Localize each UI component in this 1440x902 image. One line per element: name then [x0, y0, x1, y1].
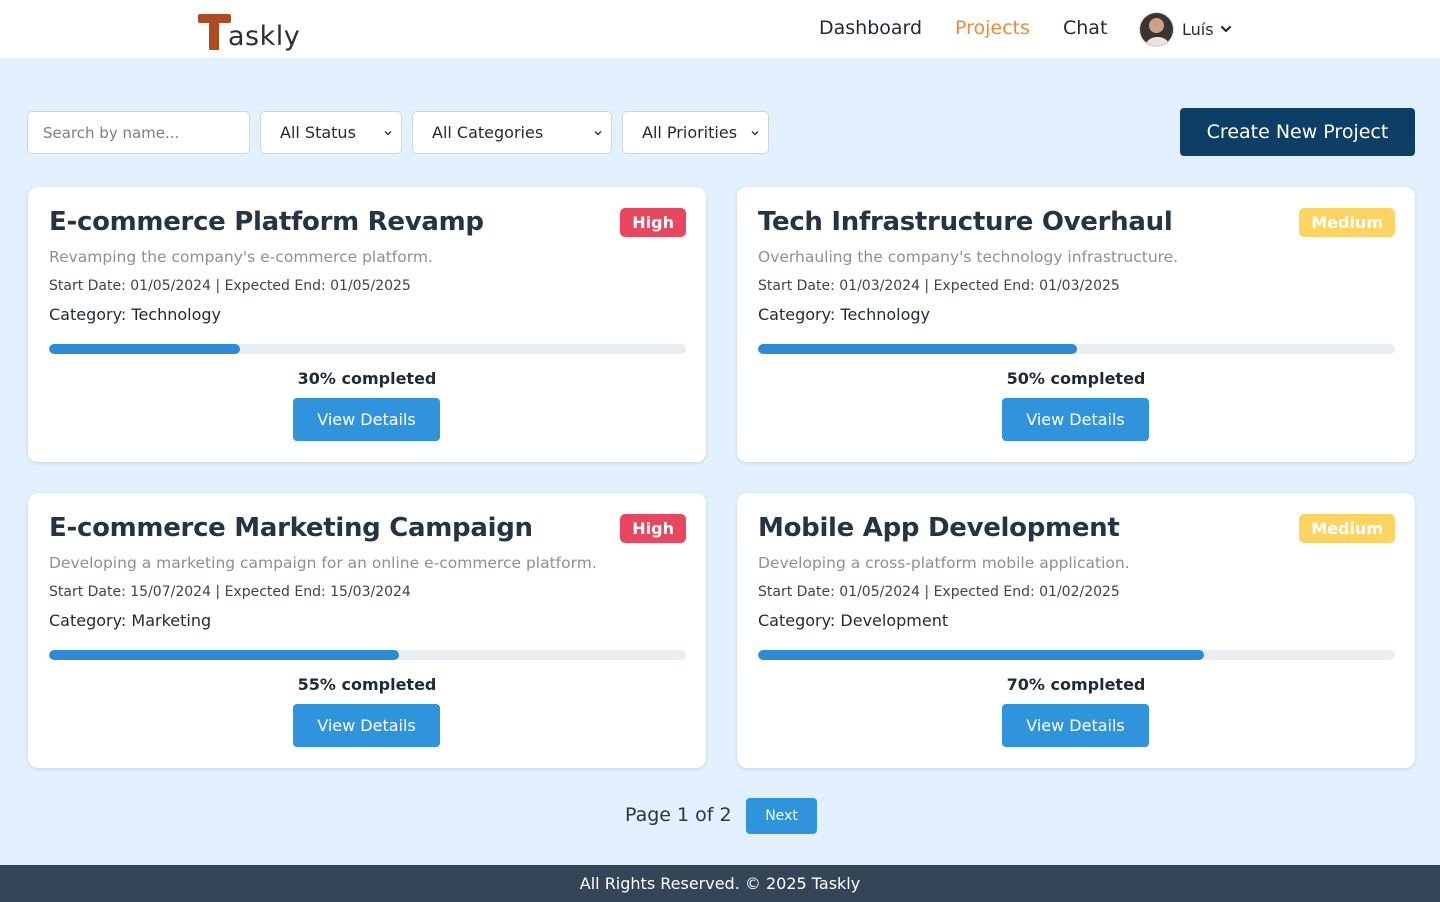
- project-description: Overhauling the company's technology inf…: [758, 248, 1179, 266]
- project-title: E-commerce Marketing Campaign: [49, 513, 533, 543]
- user-name: Luís: [1182, 19, 1214, 39]
- progress-label: 50% completed: [1006, 369, 1146, 388]
- project-dates: Start Date: 01/05/2024 | Expected End: 0…: [49, 278, 411, 294]
- footer-text: All Rights Reserved. © 2025 Taskly: [579, 874, 861, 893]
- logo-text: askly: [228, 21, 301, 52]
- project-card: E-commerce Marketing Campaign High Devel…: [28, 493, 706, 768]
- chevron-down-icon: [751, 131, 759, 136]
- project-dates: Start Date: 01/05/2024 | Expected End: 0…: [758, 584, 1120, 600]
- logo-t-icon: [198, 12, 231, 52]
- priority-select-value: All Priorities: [642, 123, 738, 142]
- taskly-logo[interactable]: askly: [198, 8, 300, 52]
- progress-label: 70% completed: [1006, 675, 1146, 694]
- search-input[interactable]: [27, 111, 250, 154]
- progress-bar: [49, 650, 686, 660]
- project-dates: Start Date: 01/03/2024 | Expected End: 0…: [758, 278, 1120, 294]
- footer: All Rights Reserved. © 2025 Taskly: [0, 865, 1440, 902]
- progress-bar: [49, 344, 686, 354]
- project-card: Mobile App Development Medium Developing…: [737, 493, 1415, 768]
- chevron-down-icon: [384, 131, 392, 136]
- status-select[interactable]: All Status: [260, 111, 402, 154]
- project-category: Category: Marketing: [49, 611, 212, 630]
- page-indicator: Page 1 of 2: [625, 804, 732, 826]
- project-title: E-commerce Platform Revamp: [49, 207, 484, 237]
- project-description: Developing a marketing campaign for an o…: [49, 554, 597, 572]
- progress-bar: [758, 344, 1395, 354]
- project-description: Revamping the company's e-commerce platf…: [49, 248, 433, 266]
- chevron-down-icon: [1220, 25, 1231, 33]
- create-project-button[interactable]: Create New Project: [1180, 108, 1415, 156]
- progress-label: 30% completed: [297, 369, 437, 388]
- next-page-button[interactable]: Next: [746, 798, 817, 834]
- project-description: Developing a cross-platform mobile appli…: [758, 554, 1130, 572]
- progress-label: 55% completed: [297, 675, 437, 694]
- priority-select[interactable]: All Priorities: [622, 111, 769, 154]
- view-details-button[interactable]: View Details: [1002, 398, 1149, 441]
- project-title: Mobile App Development: [758, 513, 1120, 543]
- view-details-button[interactable]: View Details: [1002, 704, 1149, 747]
- project-category: Category: Technology: [758, 305, 931, 324]
- project-card: Tech Infrastructure Overhaul Medium Over…: [737, 187, 1415, 462]
- priority-badge: High: [620, 208, 686, 237]
- progress-bar: [758, 650, 1395, 660]
- view-details-button[interactable]: View Details: [293, 398, 440, 441]
- priority-badge: High: [620, 514, 686, 543]
- nav-dashboard[interactable]: Dashboard: [819, 17, 922, 39]
- priority-badge: Medium: [1299, 514, 1395, 543]
- project-category: Category: Development: [758, 611, 949, 630]
- project-title: Tech Infrastructure Overhaul: [758, 207, 1173, 237]
- project-card: E-commerce Platform Revamp High Revampin…: [28, 187, 706, 462]
- chevron-down-icon: [594, 131, 602, 136]
- priority-badge: Medium: [1299, 208, 1395, 237]
- project-dates: Start Date: 15/07/2024 | Expected End: 1…: [49, 584, 411, 600]
- view-details-button[interactable]: View Details: [293, 704, 440, 747]
- user-menu[interactable]: Luís: [1139, 11, 1232, 47]
- category-select-value: All Categories: [432, 123, 544, 142]
- avatar: [1139, 11, 1174, 47]
- nav-chat[interactable]: Chat: [1063, 17, 1107, 39]
- project-category: Category: Technology: [49, 305, 222, 324]
- category-select[interactable]: All Categories: [412, 111, 612, 154]
- status-select-value: All Status: [280, 123, 356, 142]
- nav-projects[interactable]: Projects: [955, 17, 1030, 39]
- top-navbar: askly Dashboard Projects Chat Luís: [0, 0, 1440, 58]
